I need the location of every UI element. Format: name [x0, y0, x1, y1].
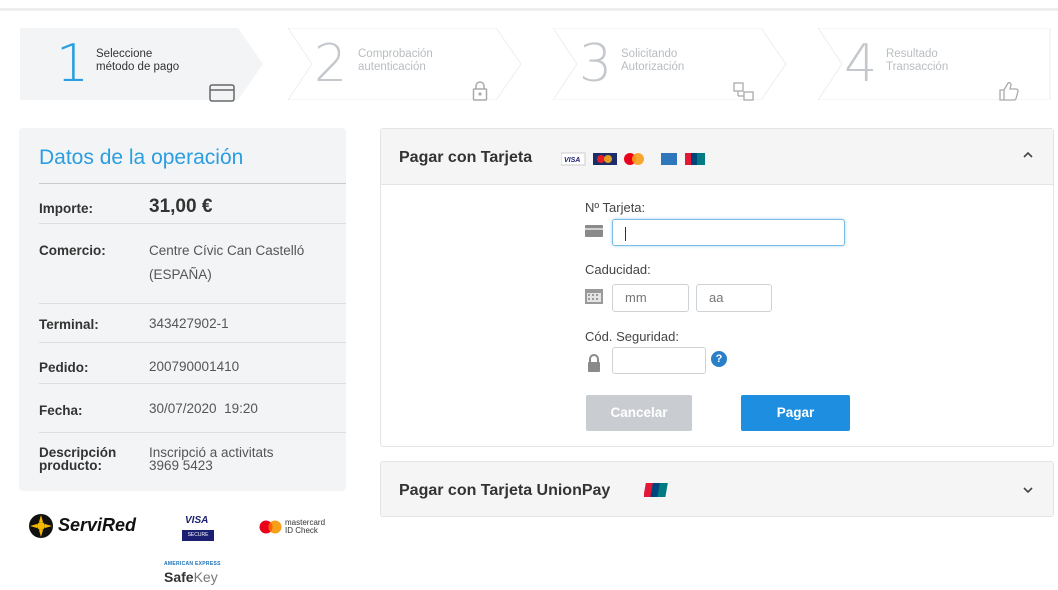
visa-secure-badge: SECURE	[182, 530, 214, 541]
servired-logo-icon	[29, 514, 53, 538]
date-label: Fecha:	[39, 403, 83, 418]
step-label-line1: Resultado	[886, 48, 938, 60]
step-label-line2: Autorización	[621, 61, 685, 73]
title-divider	[39, 183, 346, 184]
servired-logo: ServiRed	[58, 515, 137, 535]
unionpay-payment-panel: Pagar con Tarjeta UnionPay	[380, 461, 1054, 517]
row-amount: Importe: 31,00 €	[39, 186, 346, 224]
maestro-logo	[593, 153, 617, 165]
step-number: 1	[56, 34, 90, 94]
card-number-label: Nº Tarjeta:	[585, 200, 646, 215]
operation-details-panel: Datos de la operación Importe: 31,00 € C…	[19, 128, 346, 491]
card-payment-panel: Pagar con Tarjeta VISA Nº Tarjeta: Caduc…	[380, 128, 1054, 447]
step-label-line2: método de pago	[96, 61, 180, 73]
description-label-line2: producto:	[39, 458, 102, 473]
unionpay-header[interactable]: Pagar con Tarjeta UnionPay	[381, 462, 1053, 516]
expiry-label: Caducidad:	[585, 262, 651, 277]
amount-value: 31,00 €	[149, 196, 213, 217]
security-code-input[interactable]	[612, 347, 706, 374]
card-icon	[585, 225, 603, 237]
expiry-month-placeholder: mm	[625, 290, 647, 305]
step-label-line1: Seleccione	[96, 48, 153, 60]
chevron-up-icon[interactable]	[1023, 151, 1033, 159]
order-label: Pedido:	[39, 360, 89, 375]
card-number-input[interactable]	[612, 219, 845, 246]
step-3: 3 Solicitando Autorización	[553, 28, 793, 101]
step-1: 1 Seleccione método de pago	[20, 28, 265, 102]
step-label: Solicitando Autorización	[621, 48, 684, 74]
order-value: 200790001410	[149, 359, 240, 374]
step-label: Seleccione método de pago	[96, 48, 179, 74]
step-label-line1: Solicitando	[621, 48, 678, 60]
row-description: Descripción producto: Inscripció a activ…	[39, 434, 346, 484]
unionpay-logo	[685, 153, 705, 165]
card-brand-logos: VISA	[561, 152, 705, 166]
id-check-text: ID Check	[285, 526, 318, 535]
top-divider	[0, 8, 1058, 11]
date-value: 30/07/2020 19:20	[149, 401, 258, 416]
step-number: 3	[579, 34, 613, 94]
credit-card-icon	[209, 84, 235, 102]
operation-details-title: Datos de la operación	[39, 146, 244, 169]
safekey-logo: SafeKey	[164, 569, 218, 585]
unionpay-logo	[644, 483, 668, 497]
step-number: 4	[844, 34, 878, 94]
step-label: Comprobación autenticación	[358, 48, 433, 74]
mastercard-logo	[624, 153, 644, 165]
authorization-icon	[733, 82, 754, 101]
card-payment-header[interactable]: Pagar con Tarjeta VISA	[381, 129, 1053, 185]
card-payment-title: Pagar con Tarjeta	[399, 149, 533, 166]
row-merchant: Comercio: Centre Cívic Can Castelló (ESP…	[39, 225, 346, 304]
row-terminal: Terminal: 343427902-1	[39, 305, 346, 343]
unionpay-title: Pagar con Tarjeta UnionPay	[399, 482, 611, 499]
thumbs-up-icon	[999, 82, 1019, 101]
expiry-year-input[interactable]: aa	[696, 284, 772, 312]
svg-text:VISA: VISA	[564, 157, 580, 164]
step-4: 4 Resultado Transacción	[818, 28, 1058, 101]
payment-network-logos: ServiRed VISA SECURE mastercard ID Check…	[28, 507, 348, 590]
description-value: Inscripció a activitats 3969 5423	[149, 446, 274, 473]
step-label-line2: Transacción	[886, 61, 949, 73]
description-label: Descripción producto:	[39, 446, 116, 473]
row-order: Pedido: 200790001410	[39, 344, 346, 384]
text-cursor	[625, 226, 626, 241]
step-label-line1: Comprobación	[358, 48, 433, 60]
amex-logo	[661, 153, 677, 165]
expiry-year-placeholder: aa	[709, 290, 724, 305]
amex-small-text: AMERICAN EXPRESS	[164, 561, 221, 567]
safekey-bold: Safe	[164, 569, 194, 585]
description-line2: 3969 5423	[149, 458, 213, 473]
security-code-label: Cód. Seguridad:	[585, 329, 679, 344]
mastercard-id-text: mastercard ID Check	[285, 519, 325, 535]
expiry-month-input[interactable]: mm	[612, 284, 689, 312]
step-label: Resultado Transacción	[886, 48, 948, 74]
safekey-light: Key	[193, 569, 218, 585]
step-2: 2 Comprobación autenticación	[288, 28, 528, 101]
visa-secure-text: VISA	[185, 515, 209, 526]
merchant-country: (ESPAÑA)	[149, 267, 212, 282]
visa-logo: VISA	[561, 152, 586, 166]
merchant-label: Comercio:	[39, 243, 106, 258]
terminal-value: 343427902-1	[149, 316, 229, 331]
step-number: 2	[314, 34, 348, 94]
terminal-label: Terminal:	[39, 317, 99, 332]
cancel-button[interactable]: Cancelar	[586, 395, 692, 431]
amount-label: Importe:	[39, 201, 93, 216]
mastercard-id-logo	[259, 520, 282, 534]
chevron-down-icon[interactable]	[1023, 486, 1033, 494]
calendar-icon	[585, 289, 603, 304]
help-icon[interactable]: ?	[711, 351, 727, 367]
step-label-line2: autenticación	[358, 61, 426, 73]
row-date: Fecha: 30/07/2020 19:20	[39, 385, 346, 433]
lock-icon	[472, 81, 488, 101]
pay-button[interactable]: Pagar	[741, 395, 850, 431]
merchant-value: Centre Cívic Can Castelló (ESPAÑA)	[149, 239, 304, 287]
visa-secure-logo: VISA SECURE	[182, 513, 214, 543]
padlock-icon	[588, 354, 600, 372]
merchant-name: Centre Cívic Can Castelló	[149, 243, 305, 258]
progress-steps: 1 Seleccione método de pago 2 Comprobaci…	[0, 28, 1058, 128]
